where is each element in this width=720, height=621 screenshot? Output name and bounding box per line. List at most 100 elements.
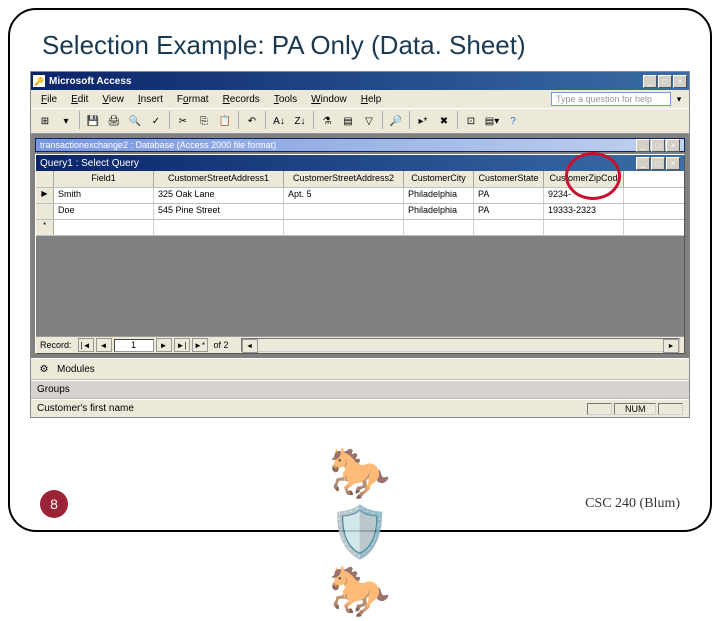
- db-minimize-button[interactable]: _: [636, 139, 650, 152]
- cell[interactable]: PA: [474, 188, 544, 203]
- cut-button[interactable]: ✂: [173, 111, 193, 131]
- menu-insert[interactable]: Insert: [132, 93, 169, 106]
- database-window-title: transactionexchange2 : Database (Access …: [40, 140, 276, 150]
- query-window-titlebar[interactable]: Query1 : Select Query _ □ ×: [36, 155, 684, 171]
- nav-prev-button[interactable]: ◄: [96, 338, 112, 352]
- mdi-workspace: transactionexchange2 : Database (Access …: [31, 134, 689, 358]
- cell[interactable]: PA: [474, 204, 544, 219]
- query-minimize-button[interactable]: _: [636, 157, 650, 170]
- menu-file[interactable]: File: [35, 93, 63, 106]
- help-search-input[interactable]: Type a question for help: [551, 92, 671, 106]
- table-row-new[interactable]: *: [36, 220, 684, 236]
- print-button[interactable]: 🖨: [104, 111, 124, 131]
- menu-window[interactable]: Window: [305, 93, 353, 106]
- undo-button[interactable]: ↶: [242, 111, 262, 131]
- cell[interactable]: Smith: [54, 188, 154, 203]
- cell[interactable]: 545 Pine Street: [154, 204, 284, 219]
- save-button[interactable]: 💾: [83, 111, 103, 131]
- cell[interactable]: 9234-: [544, 188, 624, 203]
- delete-record-button[interactable]: ✖: [434, 111, 454, 131]
- database-window-button[interactable]: ⊡: [461, 111, 481, 131]
- maximize-button[interactable]: □: [658, 75, 672, 88]
- nav-last-button[interactable]: ►|: [174, 338, 190, 352]
- cell[interactable]: [154, 220, 284, 235]
- close-button[interactable]: ×: [673, 75, 687, 88]
- nav-first-button[interactable]: |◄: [78, 338, 94, 352]
- menu-edit[interactable]: Edit: [65, 93, 94, 106]
- empty-grid-area: [36, 236, 684, 336]
- course-footer: CSC 240 (Blum): [585, 496, 680, 512]
- database-window-titlebar[interactable]: transactionexchange2 : Database (Access …: [35, 138, 685, 152]
- sort-asc-button[interactable]: A↓: [269, 111, 289, 131]
- paste-button[interactable]: 📋: [215, 111, 235, 131]
- statusbar: Customer's first name NUM: [31, 399, 689, 417]
- view-dropdown-icon[interactable]: ▾: [56, 111, 76, 131]
- modules-icon: ⚙: [37, 362, 51, 376]
- db-maximize-button[interactable]: □: [651, 139, 665, 152]
- col-field1[interactable]: Field1: [54, 171, 154, 187]
- toolbar: ⊞ ▾ 💾 🖨 🔍 ✓ ✂ ⎘ 📋 ↶ A↓ Z↓ ⚗ ▤ ▽ 🔎 ▸* ✖: [31, 108, 689, 134]
- table-row[interactable]: Doe 545 Pine Street Philadelphia PA 1933…: [36, 204, 684, 220]
- cell[interactable]: [54, 220, 154, 235]
- nav-next-button[interactable]: ►: [156, 338, 172, 352]
- record-label: Record:: [40, 340, 72, 350]
- groups-category[interactable]: Groups: [31, 380, 689, 399]
- menu-records[interactable]: Records: [217, 93, 266, 106]
- nav-new-button[interactable]: ►*: [192, 338, 208, 352]
- col-addr2[interactable]: CustomerStreetAddress2: [284, 171, 404, 187]
- datasheet-grid[interactable]: Field1 CustomerStreetAddress1 CustomerSt…: [36, 171, 684, 236]
- cell[interactable]: Philadelphia: [404, 188, 474, 203]
- groups-label: Groups: [37, 384, 70, 395]
- cell[interactable]: Doe: [54, 204, 154, 219]
- filter-form-button[interactable]: ▤: [338, 111, 358, 131]
- menu-format[interactable]: Format: [171, 93, 215, 106]
- menu-help[interactable]: Help: [355, 93, 388, 106]
- spelling-button[interactable]: ✓: [146, 111, 166, 131]
- new-object-button[interactable]: ▤▾: [482, 111, 502, 131]
- new-record-button[interactable]: ▸*: [413, 111, 433, 131]
- col-city[interactable]: CustomerCity: [404, 171, 474, 187]
- cell[interactable]: [474, 220, 544, 235]
- row-selector-new[interactable]: *: [36, 220, 54, 235]
- cell[interactable]: 325 Oak Lane: [154, 188, 284, 203]
- menu-view[interactable]: View: [96, 93, 130, 106]
- status-text: Customer's first name: [37, 403, 134, 414]
- cell[interactable]: [404, 220, 474, 235]
- modules-label: Modules: [57, 364, 95, 375]
- cell[interactable]: [544, 220, 624, 235]
- select-all-corner[interactable]: [36, 171, 54, 187]
- copy-button[interactable]: ⎘: [194, 111, 214, 131]
- query-close-button[interactable]: ×: [666, 157, 680, 170]
- cell[interactable]: Philadelphia: [404, 204, 474, 219]
- cell[interactable]: [284, 220, 404, 235]
- column-headers[interactable]: Field1 CustomerStreetAddress1 CustomerSt…: [36, 171, 684, 188]
- minimize-button[interactable]: _: [643, 75, 657, 88]
- modules-category[interactable]: ⚙ Modules: [31, 358, 689, 380]
- nav-of-text: of 2: [214, 340, 229, 350]
- help-button[interactable]: ?: [503, 111, 523, 131]
- filter-selection-button[interactable]: ⚗: [317, 111, 337, 131]
- sort-desc-button[interactable]: Z↓: [290, 111, 310, 131]
- query-maximize-button[interactable]: □: [651, 157, 665, 170]
- row-selector[interactable]: [36, 204, 54, 219]
- view-button[interactable]: ⊞: [35, 111, 55, 131]
- col-addr1[interactable]: CustomerStreetAddress1: [154, 171, 284, 187]
- menu-tools[interactable]: Tools: [268, 93, 303, 106]
- query-datasheet-window: Query1 : Select Query _ □ × Field1 Custo…: [35, 154, 685, 354]
- find-button[interactable]: 🔎: [386, 111, 406, 131]
- cell[interactable]: Apt. 5: [284, 188, 404, 203]
- print-preview-button[interactable]: 🔍: [125, 111, 145, 131]
- col-zip[interactable]: CustomerZipCod: [544, 171, 624, 187]
- apply-filter-button[interactable]: ▽: [359, 111, 379, 131]
- menubar: File Edit View Insert Format Records Too…: [31, 90, 689, 108]
- menu-chevron-icon[interactable]: ▾: [673, 94, 685, 105]
- access-application-window: 🔑 Microsoft Access _ □ × File Edit View …: [30, 71, 690, 418]
- row-selector[interactable]: ▶: [36, 188, 54, 203]
- table-row[interactable]: ▶ Smith 325 Oak Lane Apt. 5 Philadelphia…: [36, 188, 684, 204]
- nav-current-field[interactable]: 1: [114, 339, 154, 352]
- horizontal-scrollbar[interactable]: [241, 338, 680, 352]
- cell[interactable]: [284, 204, 404, 219]
- col-state[interactable]: CustomerState: [474, 171, 544, 187]
- cell[interactable]: 19333-2323: [544, 204, 624, 219]
- db-close-button[interactable]: ×: [666, 139, 680, 152]
